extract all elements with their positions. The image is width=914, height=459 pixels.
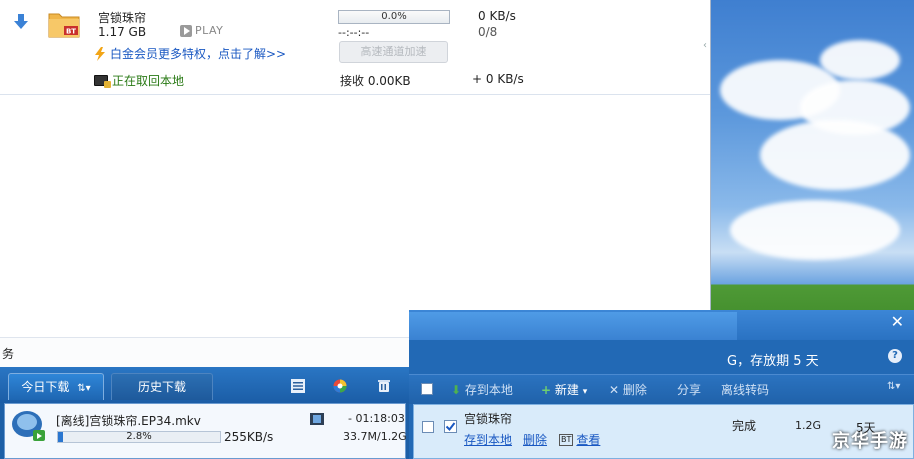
color-wheel-icon[interactable] — [333, 379, 347, 393]
plus-icon: + — [541, 383, 552, 397]
file-progress-bar: 2.8% — [57, 431, 221, 443]
task-time-left: --:--:-- — [338, 26, 370, 39]
chevron-down-icon: ▾ — [582, 387, 588, 397]
offline-item-status: 完成 — [732, 419, 757, 433]
close-icon[interactable]: ✕ — [891, 312, 904, 331]
file-progress-fill — [58, 432, 63, 442]
received-amount: 接收 0.00KB — [340, 74, 411, 88]
help-icon[interactable]: ? — [888, 349, 902, 363]
save-arrow-icon: ⬇ — [451, 383, 462, 397]
download-list-panel: 今日下载 ⇅▾ 历史下载 [离线]宫锁珠帘.EP34.mkv 2.8% 255K… — [0, 367, 409, 459]
tab-history-downloads[interactable]: 历史下载 — [111, 373, 213, 400]
list-item[interactable]: [离线]宫锁珠帘.EP34.mkv 2.8% 255KB/s - 01:18:0… — [5, 404, 407, 458]
film-icon[interactable] — [310, 413, 324, 425]
delete-label: 删除 — [622, 383, 647, 397]
list-view-icon[interactable] — [291, 379, 305, 393]
delete-button[interactable]: ✕ 删除 — [609, 381, 647, 398]
new-label: 新建 — [554, 383, 579, 397]
file-size: 33.7M/1.2G — [343, 430, 407, 443]
task-size: 1.17 GB — [98, 25, 147, 39]
view-link[interactable]: BT 查看 — [559, 431, 600, 448]
promo-text: 白金会员更多特权，点击了解>> — [110, 47, 287, 61]
sort-icon: ⇅▾ — [77, 383, 91, 394]
collapse-chevron-icon[interactable]: ‹ — [703, 40, 712, 54]
retention-text: G，存放期 5 天 — [727, 354, 819, 369]
task-progress-text: 0.0% — [381, 11, 407, 22]
recycle-bin-icon[interactable] — [377, 379, 391, 393]
file-time: - 01:18:03 — [348, 412, 405, 425]
save-local-button[interactable]: ⬇ 存到本地 — [451, 381, 513, 398]
watermark: 京华手游 — [832, 431, 908, 452]
row-checkbox[interactable] — [422, 421, 434, 433]
delete-link[interactable]: 删除 — [523, 431, 547, 448]
retrieve-status: 正在取回本地 — [94, 72, 184, 89]
svg-text:BT: BT — [66, 28, 76, 36]
tab-today-label: 今日下载 — [21, 380, 70, 394]
bt-icon: BT — [559, 433, 574, 446]
vip-promo-link[interactable]: 白金会员更多特权，点击了解>> — [94, 45, 286, 62]
boost-button[interactable]: 高速通道加速 — [339, 41, 448, 63]
offline-item-name: 宫锁珠帘 — [464, 412, 513, 426]
offline-item-size: 1.2G — [795, 419, 822, 432]
task-speed: 0 KB/s — [478, 9, 516, 23]
retrieve-text: 正在取回本地 — [112, 74, 185, 88]
file-title: [离线]宫锁珠帘.EP34.mkv — [56, 414, 201, 428]
play-icon — [180, 24, 192, 37]
bt-folder-icon: BT — [48, 13, 80, 38]
task-count: 0/8 — [478, 25, 498, 39]
lightning-icon — [95, 46, 105, 61]
new-button[interactable]: + 新建 ▾ — [541, 381, 587, 398]
offline-toolbar: ⬇ 存到本地 + 新建 ▾ ✕ 删除 分享 离线转码 ⇅▾ — [409, 374, 914, 404]
play-button[interactable]: PLAY — [180, 24, 223, 37]
share-button[interactable]: 分享 — [677, 381, 701, 398]
save-local-label: 存到本地 — [464, 383, 513, 397]
offline-panel-header: ✕ — [409, 310, 914, 340]
retrieve-monitor-icon — [94, 75, 111, 88]
download-list: [离线]宫锁珠帘.EP34.mkv 2.8% 255KB/s - 01:18:0… — [4, 403, 407, 459]
checked-icon[interactable] — [444, 420, 457, 433]
tab-today-downloads[interactable]: 今日下载 ⇅▾ — [8, 373, 104, 400]
video-file-icon — [12, 411, 45, 441]
status-text: 务 — [2, 347, 15, 361]
task-progress-bar: 0.0% — [338, 10, 450, 24]
task-row[interactable]: BT 宫锁珠帘 1.17 GB PLAY 0.0% --:--:-- 0 KB/… — [0, 0, 710, 95]
select-all-checkbox[interactable] — [421, 383, 433, 395]
extra-speed: + 0 KB/s — [472, 72, 524, 86]
offline-transcode-button[interactable]: 离线转码 — [721, 381, 769, 398]
offline-panel-tab[interactable] — [409, 312, 737, 340]
file-speed: 255KB/s — [224, 430, 274, 444]
download-tabs: 今日下载 ⇅▾ 历史下载 — [0, 367, 409, 403]
save-local-link[interactable]: 存到本地 — [464, 431, 512, 448]
file-progress-text: 2.8% — [126, 431, 152, 442]
play-label: PLAY — [195, 24, 224, 37]
download-arrow-icon — [14, 14, 28, 29]
delete-x-icon: ✕ — [609, 383, 620, 397]
task-name: 宫锁珠帘 — [98, 11, 147, 25]
view-link-label: 查看 — [576, 433, 601, 447]
sort-button[interactable]: ⇅▾ — [887, 381, 900, 392]
